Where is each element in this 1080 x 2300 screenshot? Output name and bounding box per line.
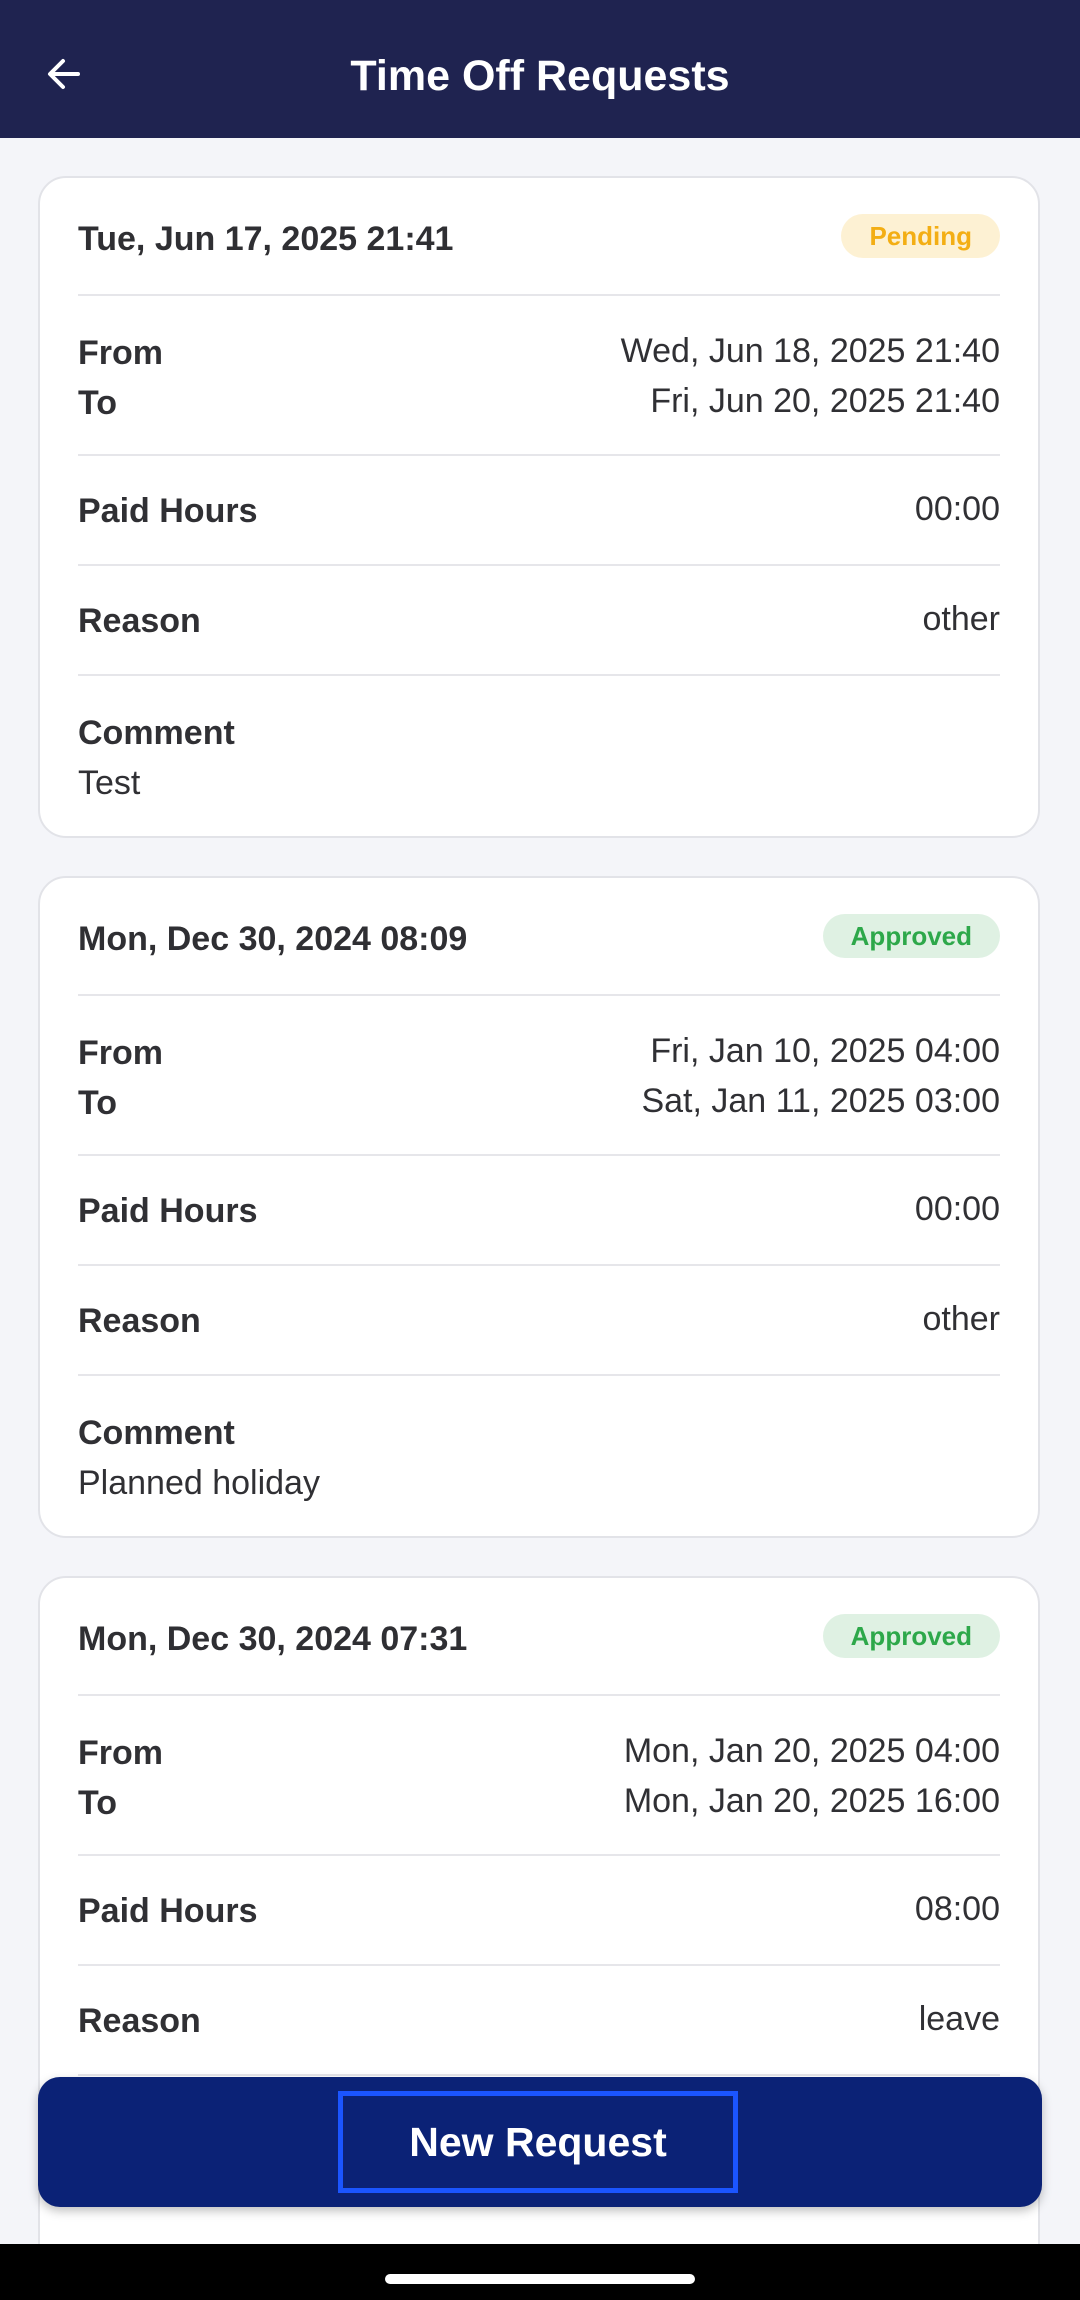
comment-label: Comment <box>78 714 235 752</box>
top-app-bar: Time Off Requests <box>0 0 1080 138</box>
request-list[interactable]: Tue, Jun 17, 2025 21:41 Pending From Wed… <box>0 138 1080 2244</box>
paid-hours-row: Paid Hours 00:00 <box>78 1156 1000 1266</box>
request-card-header: Mon, Dec 30, 2024 07:31 Approved <box>78 1578 1000 1696</box>
paid-hours-value: 00:00 <box>914 490 1000 528</box>
reason-label: Reason <box>78 1302 201 1340</box>
request-card[interactable]: Mon, Dec 30, 2024 08:09 Approved From Fr… <box>38 876 1040 1538</box>
reason-value: leave <box>918 2000 1000 2038</box>
request-created-date: Mon, Dec 30, 2024 07:31 <box>78 1620 468 1658</box>
from-value: Fri, Jan 10, 2025 04:00 <box>650 1032 1000 1070</box>
date-range-row: From Mon, Jan 20, 2025 04:00 To Mon, Jan… <box>78 1696 1000 1856</box>
request-card-header: Tue, Jun 17, 2025 21:41 Pending <box>78 178 1000 296</box>
request-card-header: Mon, Dec 30, 2024 08:09 Approved <box>78 878 1000 996</box>
status-badge: Approved <box>822 1614 1000 1658</box>
reason-label: Reason <box>78 602 201 640</box>
reason-value: other <box>922 1300 1001 1338</box>
system-navigation-bar <box>0 2244 1080 2300</box>
from-label: From <box>78 1034 163 1072</box>
paid-hours-label: Paid Hours <box>78 492 258 530</box>
request-card[interactable]: Tue, Jun 17, 2025 21:41 Pending From Wed… <box>38 176 1040 838</box>
from-label: From <box>78 1734 163 1772</box>
to-value: Sat, Jan 11, 2025 03:00 <box>641 1082 1000 1120</box>
from-value: Wed, Jun 18, 2025 21:40 <box>620 332 1000 370</box>
to-label: To <box>78 1784 118 1822</box>
comment-value: Test <box>78 764 141 802</box>
to-value: Mon, Jan 20, 2025 16:00 <box>623 1782 1000 1820</box>
status-badge: Approved <box>822 914 1000 958</box>
to-label: To <box>78 384 118 422</box>
back-button[interactable] <box>30 40 98 108</box>
reason-row: Reason other <box>78 566 1000 676</box>
paid-hours-label: Paid Hours <box>78 1192 258 1230</box>
reason-row: Reason leave <box>78 1966 1000 2076</box>
paid-hours-row: Paid Hours 00:00 <box>78 456 1000 566</box>
new-request-bar: New Request <box>38 2077 1042 2207</box>
to-value: Fri, Jun 20, 2025 21:40 <box>650 382 1000 420</box>
arrow-left-icon <box>48 59 80 89</box>
paid-hours-row: Paid Hours 08:00 <box>78 1856 1000 1966</box>
reason-label: Reason <box>78 2002 201 2040</box>
from-value: Mon, Jan 20, 2025 04:00 <box>623 1732 1000 1770</box>
comment-row: Comment Planned holiday <box>78 1376 1000 1534</box>
comment-row: Comment Test <box>78 676 1000 834</box>
comment-label: Comment <box>78 1414 235 1452</box>
page-title: Time Off Requests <box>350 52 730 100</box>
reason-row: Reason other <box>78 1266 1000 1376</box>
paid-hours-value: 00:00 <box>914 1190 1000 1228</box>
request-created-date: Tue, Jun 17, 2025 21:41 <box>78 220 454 258</box>
date-range-row: From Fri, Jan 10, 2025 04:00 To Sat, Jan… <box>78 996 1000 1156</box>
status-badge: Pending <box>841 214 1000 258</box>
paid-hours-value: 08:00 <box>914 1890 1000 1928</box>
reason-value: other <box>922 600 1001 638</box>
paid-hours-label: Paid Hours <box>78 1892 258 1930</box>
new-request-button[interactable]: New Request <box>338 2091 738 2193</box>
request-created-date: Mon, Dec 30, 2024 08:09 <box>78 920 468 958</box>
home-indicator[interactable] <box>385 2274 695 2284</box>
comment-value: Planned holiday <box>78 1464 320 1502</box>
to-label: To <box>78 1084 118 1122</box>
from-label: From <box>78 334 163 372</box>
date-range-row: From Wed, Jun 18, 2025 21:40 To Fri, Jun… <box>78 296 1000 456</box>
